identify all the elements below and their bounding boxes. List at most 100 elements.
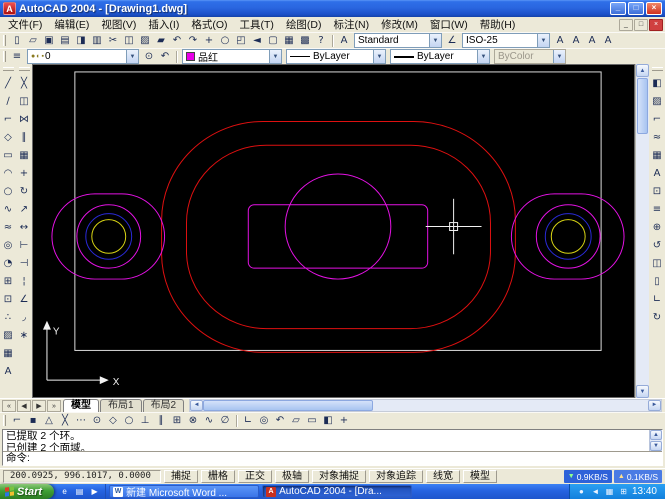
status-toggle-button[interactable]: 捕捉 [164, 470, 198, 483]
ucs-view-icon[interactable]: ◧ [320, 413, 336, 428]
chevron-down-icon[interactable]: ▼ [373, 50, 385, 63]
dim-style-dropdown[interactable]: ISO-25 ▼ [462, 33, 550, 48]
fillet-icon[interactable]: ◞ [17, 308, 32, 326]
arc-icon[interactable]: ◠ [1, 164, 16, 182]
snap-intersection-icon[interactable]: ╳ [57, 413, 73, 428]
draworder-icon[interactable]: ◧ [650, 74, 665, 92]
zoom-realtime-icon[interactable]: ○ [217, 33, 233, 48]
polyline-icon[interactable]: ⌐ [1, 110, 16, 128]
toolbar-grip[interactable] [652, 67, 663, 71]
paste-icon[interactable]: ▨ [137, 33, 153, 48]
ucs-world-icon[interactable]: ◎ [256, 413, 272, 428]
edit-hatch-icon[interactable]: ▨ [650, 92, 665, 110]
offset-icon[interactable]: ∥ [17, 128, 32, 146]
hatch-icon[interactable]: ▨ [1, 326, 16, 344]
quicklaunch-internet-icon[interactable]: e [58, 485, 71, 498]
chevron-down-icon[interactable]: ▼ [126, 50, 138, 63]
mirror-icon[interactable]: ⋈ [17, 110, 32, 128]
toolbar-grip[interactable] [3, 415, 6, 426]
edit-array-icon[interactable]: ▦ [650, 146, 665, 164]
menu-item[interactable]: 编辑(E) [48, 18, 95, 32]
document-minimize-button[interactable]: _ [619, 19, 633, 31]
tray-network-icon[interactable]: ▦ [604, 486, 615, 497]
insert-block-icon[interactable]: ⊞ [1, 272, 16, 290]
point-icon[interactable]: ∴ [1, 308, 16, 326]
text-style-icon[interactable]: A [336, 33, 352, 48]
tray-antivirus-icon[interactable]: ● [576, 486, 587, 497]
ucs-object-icon[interactable]: ▭ [304, 413, 320, 428]
dim-style-manager-icon[interactable]: A [584, 33, 600, 48]
single-line-text-icon[interactable]: A [568, 33, 584, 48]
horizontal-scroll-thumb[interactable] [203, 400, 373, 411]
quicklaunch-media-player-icon[interactable]: ▶ [88, 485, 101, 498]
open-icon[interactable]: ▱ [25, 33, 41, 48]
text-style-dropdown[interactable]: Standard ▼ [354, 33, 442, 48]
make-block-icon[interactable]: ⊡ [1, 290, 16, 308]
menu-item[interactable]: 文件(F) [2, 18, 48, 32]
snap-none-icon[interactable]: ∅ [217, 413, 233, 428]
menu-item[interactable]: 工具(T) [234, 18, 280, 32]
tab-first-button[interactable]: « [2, 400, 16, 412]
document-restore-button[interactable]: □ [634, 19, 648, 31]
edit-attribute-icon[interactable]: A [650, 164, 665, 182]
tool-palettes-icon[interactable]: ▩ [297, 33, 313, 48]
break-icon[interactable]: ¦ [17, 272, 32, 290]
circle-icon[interactable]: ○ [1, 182, 16, 200]
horizontal-scroll-track[interactable] [373, 400, 648, 411]
plot-icon[interactable]: ▤ [57, 33, 73, 48]
ucs-face-icon[interactable]: ▱ [288, 413, 304, 428]
trim-icon[interactable]: ⊢ [17, 236, 32, 254]
scroll-down-icon[interactable]: ▼ [636, 385, 649, 398]
designcenter-icon[interactable]: ▦ [281, 33, 297, 48]
layer-dropdown[interactable]: ●◐▪ 0 ▼ [27, 49, 139, 64]
extend-icon[interactable]: ⊣ [17, 254, 32, 272]
snap-midpoint-icon[interactable]: △ [41, 413, 57, 428]
document-close-button[interactable]: × [649, 19, 663, 31]
snap-node-icon[interactable]: ⊗ [185, 413, 201, 428]
scroll-right-icon[interactable]: ► [648, 400, 661, 411]
tab-model[interactable]: 模型 [63, 399, 99, 412]
spline-icon[interactable]: ≈ [1, 218, 16, 236]
color-dropdown[interactable]: 品红 ▼ [182, 49, 282, 64]
toolbar-grip[interactable] [3, 35, 6, 46]
taskbar-item-word[interactable]: W 新建 Microsoft Word ... [109, 485, 259, 498]
align-icon[interactable]: ≡ [650, 200, 665, 218]
tab-last-button[interactable]: » [47, 400, 61, 412]
zoom-window-icon[interactable]: ◰ [233, 33, 249, 48]
toolbar-grip[interactable] [3, 67, 14, 71]
chevron-down-icon[interactable]: ▼ [537, 34, 549, 47]
vertical-scroll-thumb[interactable] [637, 78, 648, 134]
menu-item[interactable]: 视图(V) [95, 18, 142, 32]
snap-quadrant-icon[interactable]: ◇ [105, 413, 121, 428]
menu-item[interactable]: 帮助(H) [474, 18, 522, 32]
erase-icon[interactable]: ╳ [17, 74, 32, 92]
text-style-manager-icon[interactable]: A [552, 33, 568, 48]
chevron-down-icon[interactable]: ▼ [269, 50, 281, 63]
set-origin-icon[interactable]: ∟ [650, 290, 665, 308]
rectangle-icon[interactable]: ▭ [1, 146, 16, 164]
scroll-up-icon[interactable]: ▲ [636, 64, 649, 77]
status-toggle-button[interactable]: 对象追踪 [369, 470, 423, 483]
toolbar-grip[interactable] [3, 51, 6, 62]
dim-style-icon[interactable]: ∠ [444, 33, 460, 48]
snap-endpoint-icon[interactable]: ▪ [25, 413, 41, 428]
vertical-scroll-track[interactable] [636, 77, 649, 385]
snap-from-icon[interactable]: ⌐ [9, 413, 25, 428]
toolbar-grip[interactable] [19, 67, 30, 71]
revcloud-icon[interactable]: ∿ [1, 200, 16, 218]
chevron-down-icon[interactable]: ▼ [477, 50, 489, 63]
menu-item[interactable]: 插入(I) [142, 18, 185, 32]
status-toggle-button[interactable]: 线宽 [426, 470, 460, 483]
pan-icon[interactable]: + [201, 33, 217, 48]
status-toggle-button[interactable]: 正交 [238, 470, 272, 483]
update-icon[interactable]: ↻ [650, 308, 665, 326]
quicklaunch-show-desktop-icon[interactable]: ▤ [73, 485, 86, 498]
join-icon[interactable]: ⊕ [650, 218, 665, 236]
block-editor-icon[interactable]: ⊡ [650, 182, 665, 200]
ucs-origin-icon[interactable]: + [336, 413, 352, 428]
layer-previous-icon[interactable]: ↶ [157, 49, 173, 64]
drawing-area[interactable]: Y X [32, 64, 635, 398]
chevron-down-icon[interactable]: ▼ [429, 34, 441, 47]
ucs-previous-icon[interactable]: ↶ [272, 413, 288, 428]
edit-spline-icon[interactable]: ≈ [650, 128, 665, 146]
